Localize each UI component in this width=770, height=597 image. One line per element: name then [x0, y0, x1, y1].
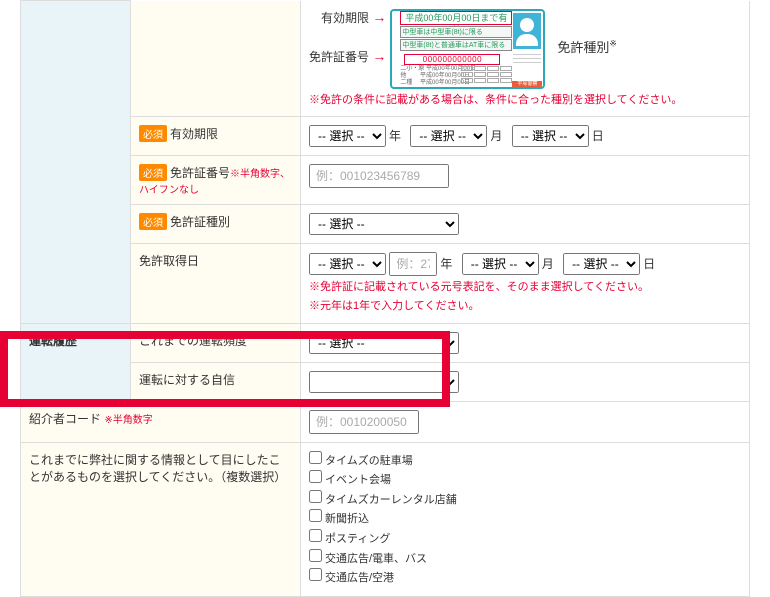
license-type-label: 免許種別※: [557, 9, 617, 56]
seen-option-1[interactable]: イベント会場: [309, 470, 741, 490]
license-overlay-labels: 有効期限 → 免許証番号 →: [309, 9, 390, 87]
license-date-label: 免許取得日: [139, 254, 199, 268]
drive-conf-select[interactable]: [309, 371, 459, 393]
seen-option-6[interactable]: 交通広告/空港: [309, 568, 741, 588]
required-badge: 必須: [139, 125, 167, 142]
seen-option-5[interactable]: 交通広告/電車、バス: [309, 549, 741, 569]
drive-freq-label: これまでの運転頻度: [139, 334, 247, 348]
license-date-day-select[interactable]: -- 選択 --: [563, 253, 640, 275]
required-badge: 必須: [139, 213, 167, 230]
expiry-day-select[interactable]: -- 選択 --: [512, 125, 589, 147]
seen-option-2[interactable]: タイムズカーレンタル店舗: [309, 490, 741, 510]
license-date-note1: ※免許証に記載されている元号表記を、そのまま選択してください。: [309, 280, 741, 295]
license-condition-note: ※免許の条件に記載がある場合は、条件に合った種別を選択してください。: [309, 93, 741, 108]
license-date-month-select[interactable]: -- 選択 --: [462, 253, 539, 275]
license-date-note2: ※元年は1年で入力してください。: [309, 299, 741, 314]
license-card-illustration: 平成00年00月00日まで有効 中型車は中型車(8t)に限る 中型車(8t)と普…: [390, 9, 545, 89]
expiry-label: 有効期限: [170, 127, 218, 141]
license-date-era-select[interactable]: -- 選択 --: [309, 253, 386, 275]
seen-option-3[interactable]: 新聞折込: [309, 509, 741, 529]
drive-freq-select[interactable]: -- 選択 --: [309, 332, 459, 354]
license-no-label: 免許証番号: [170, 166, 230, 180]
referral-input[interactable]: [309, 410, 419, 434]
drive-conf-label: 運転に対する自信: [139, 373, 235, 387]
license-date-year-input[interactable]: [389, 252, 437, 276]
license-no-input[interactable]: [309, 164, 449, 188]
license-type-field-label: 免許証種別: [170, 215, 230, 229]
seen-option-4[interactable]: ポスティング: [309, 529, 741, 549]
license-type-select[interactable]: -- 選択 --: [309, 213, 459, 235]
required-badge: 必須: [139, 164, 167, 181]
avatar-icon: [513, 13, 541, 49]
driving-history-category: 運転履歴: [29, 334, 77, 348]
expiry-year-select[interactable]: -- 選択 --: [309, 125, 386, 147]
referral-note: ※半角数字: [104, 415, 152, 426]
seen-info-label: これまでに弊社に関する情報として目にしたことがあるものを選択してください。（複数…: [29, 453, 286, 484]
referral-label: 紹介者コード: [29, 412, 101, 426]
seen-option-0[interactable]: タイムズの駐車場: [309, 451, 741, 471]
expiry-month-select[interactable]: -- 選択 --: [410, 125, 487, 147]
